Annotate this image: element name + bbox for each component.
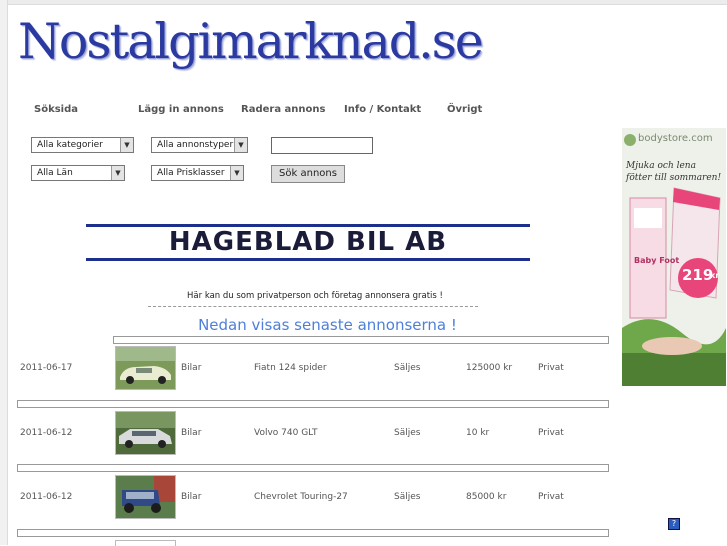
chevron-down-icon: ▼ bbox=[234, 138, 247, 152]
listing-type: Säljes bbox=[394, 363, 421, 373]
region-select-value: Alla Län bbox=[37, 168, 73, 178]
nav-info-contact[interactable]: Info / Kontakt bbox=[344, 104, 421, 115]
listing-price: 10 kr bbox=[466, 428, 490, 438]
listing-category: Bilar bbox=[181, 363, 202, 373]
nav-add-ad[interactable]: Lägg in annons bbox=[138, 104, 224, 115]
listing-photo[interactable] bbox=[115, 346, 176, 390]
row-divider bbox=[17, 400, 609, 408]
listing-seller: Privat bbox=[538, 363, 564, 373]
listing-price: 125000 kr bbox=[466, 363, 513, 373]
site-logo[interactable]: Nostalgimarknad.se bbox=[18, 12, 484, 72]
chevron-down-icon: ▼ bbox=[111, 166, 124, 180]
row-divider bbox=[17, 464, 609, 472]
listing-type: Säljes bbox=[394, 428, 421, 438]
latest-ads-heading: Nedan visas senaste annonserna ! bbox=[198, 316, 457, 334]
listing-seller: Privat bbox=[538, 492, 564, 502]
sponsor-banner[interactable]: HAGEBLAD BIL AB bbox=[86, 224, 530, 261]
ad-brand: bodystore.com bbox=[638, 133, 713, 144]
listing-price: 85000 kr bbox=[466, 492, 507, 502]
dashed-divider bbox=[148, 306, 478, 307]
ad-product: Baby Foot bbox=[634, 256, 680, 265]
region-select[interactable]: Alla Län ▼ bbox=[31, 165, 125, 181]
listing-type: Säljes bbox=[394, 492, 421, 502]
row-divider bbox=[17, 529, 609, 537]
ad-price: 219 bbox=[682, 266, 714, 284]
category-select[interactable]: Alla kategorier ▼ bbox=[31, 137, 134, 153]
listing-title[interactable]: Fiatn 124 spider bbox=[254, 363, 327, 373]
intro-text: Här kan du som privatperson och företag … bbox=[187, 291, 443, 301]
ad-type-select[interactable]: Alla annonstyper ▼ bbox=[151, 137, 248, 153]
listing-seller: Privat bbox=[538, 428, 564, 438]
search-button[interactable]: Sök annons bbox=[271, 165, 345, 183]
listing-title[interactable]: Chevrolet Touring-27 bbox=[254, 492, 348, 502]
listing-photo[interactable] bbox=[115, 475, 176, 519]
price-class-select[interactable]: Alla Prisklasser ▼ bbox=[151, 165, 244, 181]
ad-currency: kr bbox=[710, 271, 720, 280]
nav-remove-ad[interactable]: Radera annons bbox=[241, 104, 325, 115]
window-left-edge bbox=[0, 0, 8, 545]
listing-date: 2011-06-12 bbox=[20, 492, 73, 502]
nav-search[interactable]: Söksida bbox=[34, 104, 78, 115]
listing-date: 2011-06-17 bbox=[20, 363, 73, 373]
nav-other[interactable]: Övrigt bbox=[447, 104, 482, 115]
listing-photo[interactable] bbox=[115, 411, 176, 455]
listing-title[interactable]: Volvo 740 GLT bbox=[254, 428, 317, 438]
price-class-select-value: Alla Prisklasser bbox=[157, 168, 225, 178]
ad-type-select-value: Alla annonstyper bbox=[157, 140, 234, 150]
category-select-value: Alla kategorier bbox=[37, 140, 103, 150]
listing-date: 2011-06-12 bbox=[20, 428, 73, 438]
window-top-edge bbox=[0, 0, 727, 5]
listing-category: Bilar bbox=[181, 428, 202, 438]
chevron-down-icon: ▼ bbox=[230, 166, 243, 180]
bodystore-ad[interactable]: bodystore.com Mjuka och lena fötter till… bbox=[622, 128, 726, 386]
listing-category: Bilar bbox=[181, 492, 202, 502]
help-icon[interactable]: ? bbox=[668, 518, 680, 530]
sponsor-banner-text: HAGEBLAD BIL AB bbox=[168, 227, 448, 257]
row-divider bbox=[113, 336, 609, 344]
search-input[interactable] bbox=[271, 137, 373, 154]
chevron-down-icon: ▼ bbox=[120, 138, 133, 152]
listing-photo-partial[interactable] bbox=[115, 540, 176, 546]
ad-slogan: Mjuka och lena fötter till sommaren! bbox=[626, 161, 722, 183]
